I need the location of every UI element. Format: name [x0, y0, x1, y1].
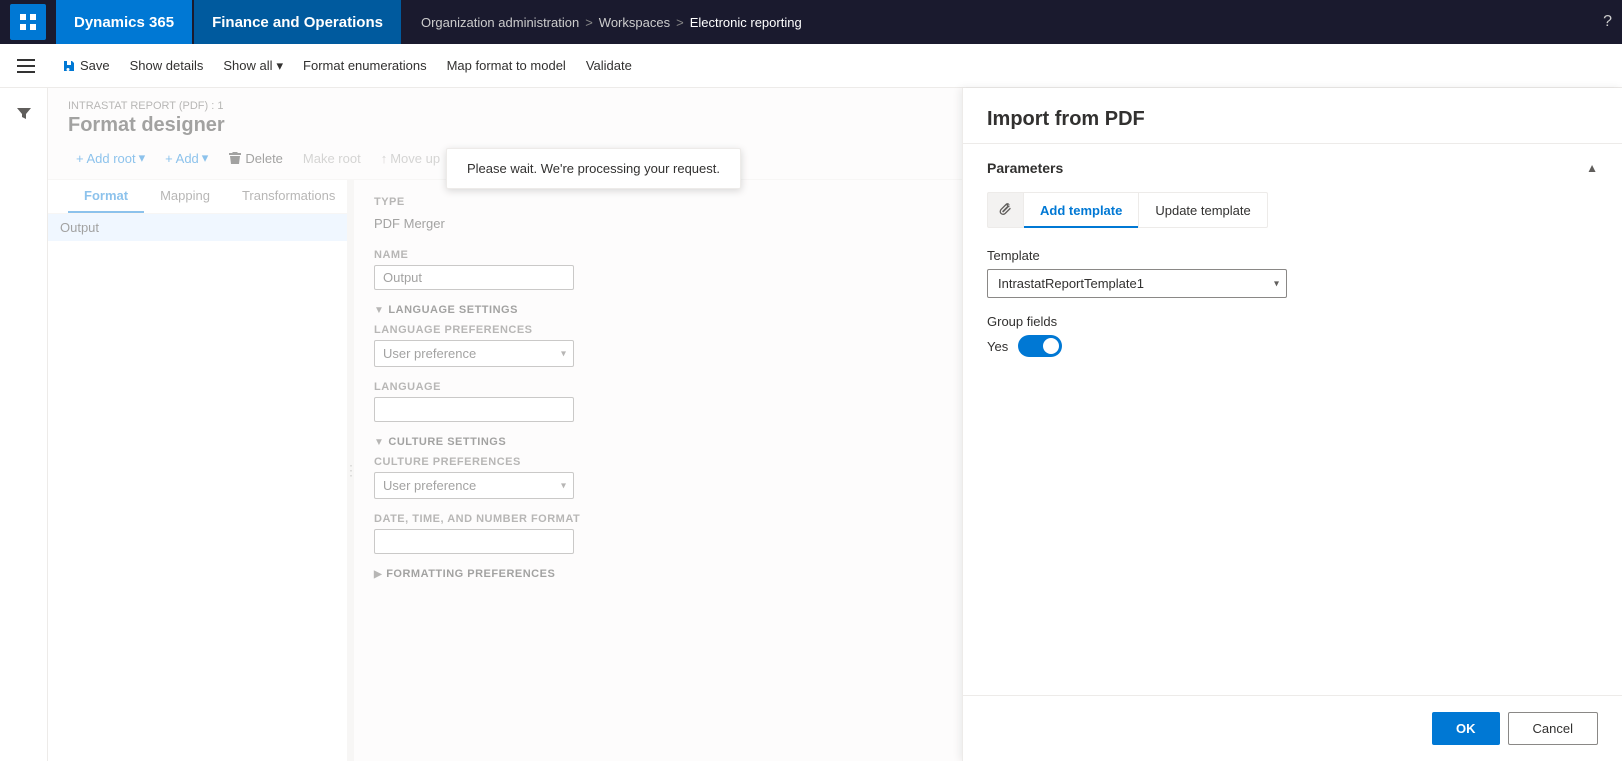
show-details-button[interactable]: Show details	[122, 54, 212, 77]
hamburger-icon[interactable]	[10, 50, 42, 82]
right-panel-body: Parameters ▲ Add template Update templat…	[963, 144, 1622, 695]
breadcrumb-item3[interactable]: Electronic reporting	[690, 15, 802, 30]
second-toolbar: Save Show details Show all ▾ Format enum…	[0, 44, 1622, 88]
add-template-button[interactable]: Add template	[1023, 192, 1138, 228]
validate-button[interactable]: Validate	[578, 54, 640, 77]
app-grid-icon[interactable]	[10, 4, 46, 40]
main-area: INTRASTAT REPORT (PDF) : 1 Format design…	[0, 88, 1622, 761]
breadcrumb-sep1: >	[585, 15, 593, 30]
breadcrumb: Organization administration > Workspaces…	[421, 15, 802, 30]
format-enumerations-button[interactable]: Format enumerations	[295, 54, 435, 77]
template-select[interactable]: IntrastatReportTemplate1 IntrastatReport…	[987, 269, 1287, 298]
group-fields-toggle[interactable]	[1018, 335, 1062, 357]
attach-icon-button[interactable]	[987, 192, 1023, 228]
notification-bar: Please wait. We're processing your reque…	[446, 148, 741, 189]
group-yes-label: Yes	[987, 339, 1008, 354]
ok-button[interactable]: OK	[1432, 712, 1500, 745]
breadcrumb-item2[interactable]: Workspaces	[599, 15, 670, 30]
top-nav: Dynamics 365 Finance and Operations Orga…	[0, 0, 1622, 44]
notification-message: Please wait. We're processing your reque…	[467, 161, 720, 176]
filter-icon[interactable]	[8, 98, 40, 130]
template-select-wrapper: IntrastatReportTemplate1 IntrastatReport…	[987, 269, 1287, 298]
template-field-label: Template	[987, 248, 1598, 263]
template-btn-group: Add template Update template	[987, 192, 1598, 228]
right-panel-title: Import from PDF	[987, 108, 1145, 131]
parameters-label: Parameters	[987, 160, 1063, 176]
help-icon[interactable]: ?	[1603, 13, 1612, 31]
group-fields-section: Group fields Yes	[987, 314, 1598, 357]
cancel-button[interactable]: Cancel	[1508, 712, 1598, 745]
left-sidebar	[0, 88, 48, 761]
update-template-button[interactable]: Update template	[1138, 192, 1267, 228]
parameters-collapse-icon[interactable]: ▲	[1586, 161, 1598, 175]
right-panel-header: Import from PDF	[963, 88, 1622, 144]
right-panel-footer: OK Cancel	[963, 695, 1622, 761]
template-field-row: Template IntrastatReportTemplate1 Intras…	[987, 248, 1598, 298]
parameters-section-header: Parameters ▲	[987, 160, 1598, 176]
content-panel: INTRASTAT REPORT (PDF) : 1 Format design…	[48, 88, 962, 761]
group-fields-toggle-row: Yes	[987, 335, 1598, 357]
show-all-button[interactable]: Show all ▾	[215, 54, 291, 78]
nav-right: ?	[1603, 13, 1612, 31]
map-format-button[interactable]: Map format to model	[439, 54, 574, 77]
show-all-chevron: ▾	[277, 58, 284, 74]
right-panel: Import from PDF Parameters ▲ Add templat…	[962, 88, 1622, 761]
save-button[interactable]: Save	[54, 54, 118, 77]
group-fields-label: Group fields	[987, 314, 1598, 329]
finance-operations-label[interactable]: Finance and Operations	[194, 0, 401, 44]
breadcrumb-item1[interactable]: Organization administration	[421, 15, 579, 30]
dynamics365-label[interactable]: Dynamics 365	[56, 0, 192, 44]
breadcrumb-sep2: >	[676, 15, 684, 30]
